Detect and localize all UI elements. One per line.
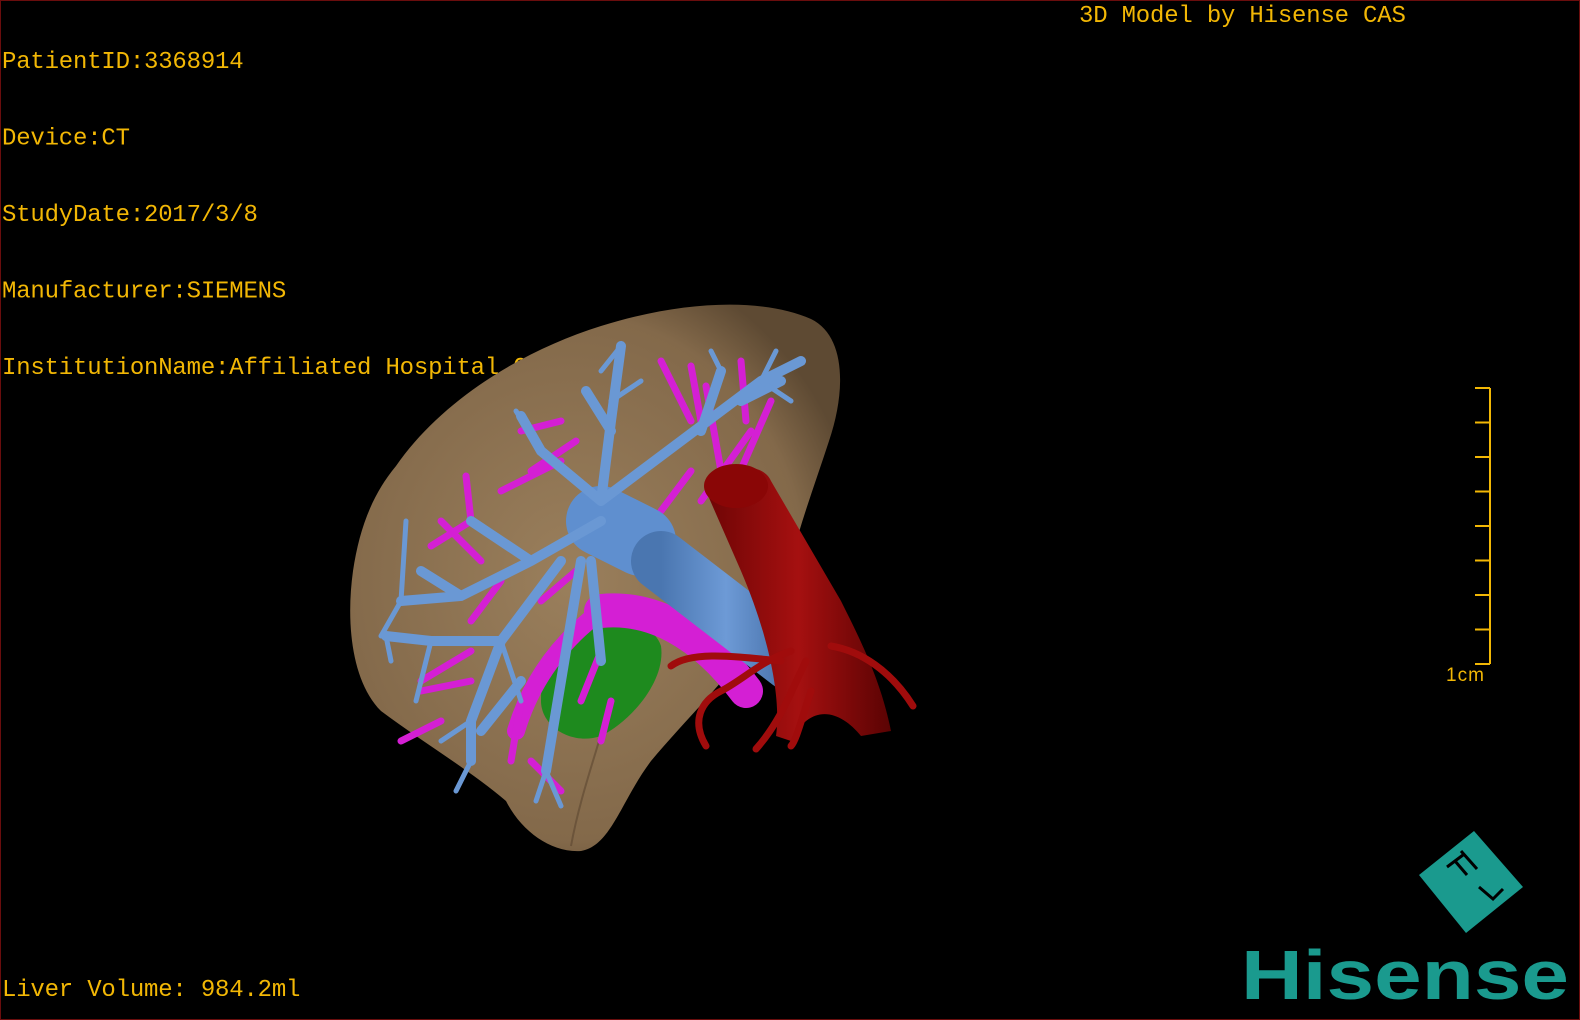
hisense-wordmark: Hisense <box>1241 936 1569 1009</box>
scale-bar-label: 1cm <box>1446 665 1485 686</box>
scale-bar <box>1475 387 1491 665</box>
hisense-logo: Hisense <box>1241 831 1569 1009</box>
hisense-mark-icon <box>1419 831 1523 933</box>
liver-volume: Liver Volume: 984.2ml <box>2 976 301 1005</box>
3d-viewport[interactable]: PatientID:3368914 Device:CT StudyDate:20… <box>0 0 1580 1020</box>
